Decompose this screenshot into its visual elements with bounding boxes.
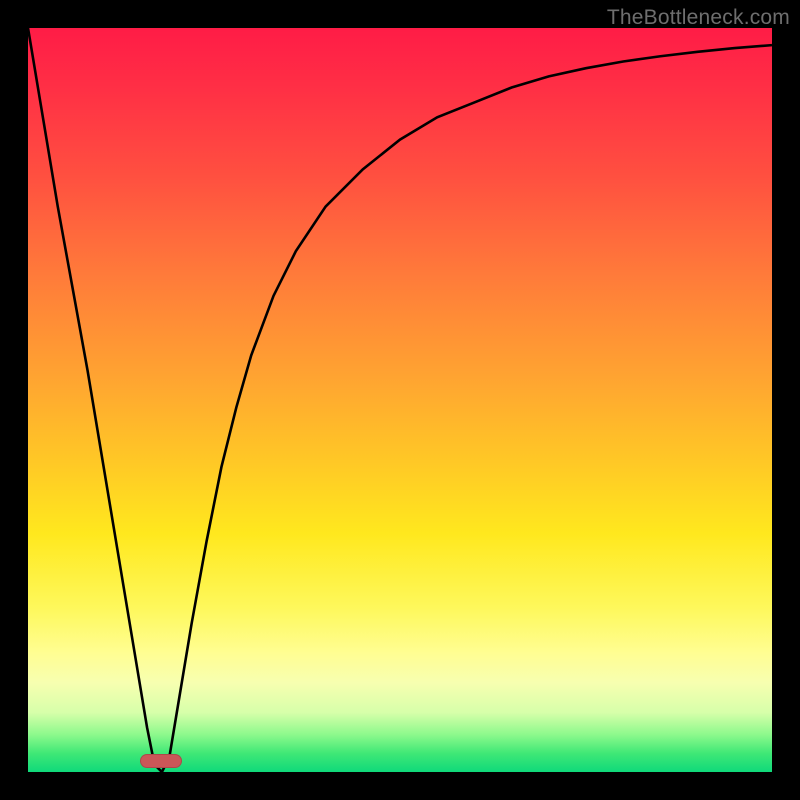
bottleneck-curve — [28, 28, 772, 772]
watermark-text: TheBottleneck.com — [607, 6, 790, 30]
optimum-marker — [140, 754, 182, 768]
chart-frame: TheBottleneck.com — [0, 0, 800, 800]
bottleneck-curve-path — [28, 28, 772, 772]
plot-area — [28, 28, 772, 772]
